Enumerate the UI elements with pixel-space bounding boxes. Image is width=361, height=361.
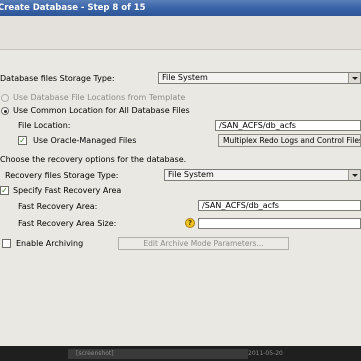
chevron-down-icon[interactable] [348, 73, 360, 83]
taskbar-task[interactable]: [screenshot] [68, 349, 248, 359]
recovery-storage-type-select[interactable]: File System [164, 169, 361, 181]
multiplex-button-label: Multiplex Redo Logs and Control Files... [223, 136, 361, 145]
chevron-down-icon[interactable] [348, 170, 360, 180]
enable-archiving-label: Enable Archiving [16, 239, 84, 248]
edit-archive-button-label: Edit Archive Mode Parameters... [143, 239, 264, 248]
radio-use-template-label: Use Database File Locations from Templat… [13, 93, 186, 102]
fra-location-value: /SAN_ACFS/db_acfs [202, 201, 279, 210]
file-location-value: /SAN_ACFS/db_acfs [219, 121, 296, 130]
recovery-storage-type-value: File System [168, 170, 214, 179]
check-icon: ✓ [1, 186, 8, 195]
db-storage-type-select[interactable]: File System [158, 72, 361, 84]
specify-fra-label: Specify Fast Recovery Area [13, 186, 122, 195]
multiplex-redo-logs-button[interactable]: Multiplex Redo Logs and Control Files... [218, 134, 361, 147]
file-location-input[interactable]: /SAN_ACFS/db_acfs [215, 120, 361, 131]
fra-size-input[interactable] [198, 218, 361, 229]
omf-checkbox[interactable]: ✓ [18, 136, 27, 145]
recovery-storage-type-label: Recovery files Storage Type: [5, 171, 119, 180]
db-storage-type-label: Database files Storage Type: [0, 74, 115, 83]
taskbar-tray: 2011-05-20 [248, 349, 316, 359]
taskbar: [screenshot] 2011-05-20 [0, 346, 361, 361]
db-storage-type-value: File System [162, 73, 208, 82]
warning-icon: ? [185, 218, 195, 228]
taskbar-task-label: [screenshot] [76, 350, 114, 357]
radio-use-template-locations[interactable] [1, 94, 9, 102]
enable-archiving-checkbox[interactable] [2, 239, 11, 248]
recovery-heading: Choose the recovery options for the data… [0, 155, 187, 164]
header-band [0, 16, 361, 50]
dialog-body: Database files Storage Type: File System… [0, 16, 361, 346]
window-title: Create Database - Step 8 of 15 [0, 3, 146, 13]
radio-use-common-label: Use Common Location for All Database Fil… [13, 106, 190, 115]
file-location-label: File Location: [18, 121, 71, 130]
specify-fra-checkbox[interactable]: ✓ [0, 186, 9, 195]
window-titlebar[interactable]: Create Database - Step 8 of 15 [0, 0, 361, 16]
check-icon: ✓ [19, 136, 26, 145]
taskbar-tray-text: 2011-05-20 [248, 350, 283, 357]
fra-size-label: Fast Recovery Area Size: [18, 219, 117, 228]
edit-archive-mode-button[interactable]: Edit Archive Mode Parameters... [118, 237, 289, 250]
omf-label: Use Oracle-Managed Files [33, 136, 137, 145]
fra-location-label: Fast Recovery Area: [18, 202, 98, 211]
radio-use-common-location[interactable] [1, 107, 9, 115]
fra-location-input[interactable]: /SAN_ACFS/db_acfs [198, 200, 361, 211]
